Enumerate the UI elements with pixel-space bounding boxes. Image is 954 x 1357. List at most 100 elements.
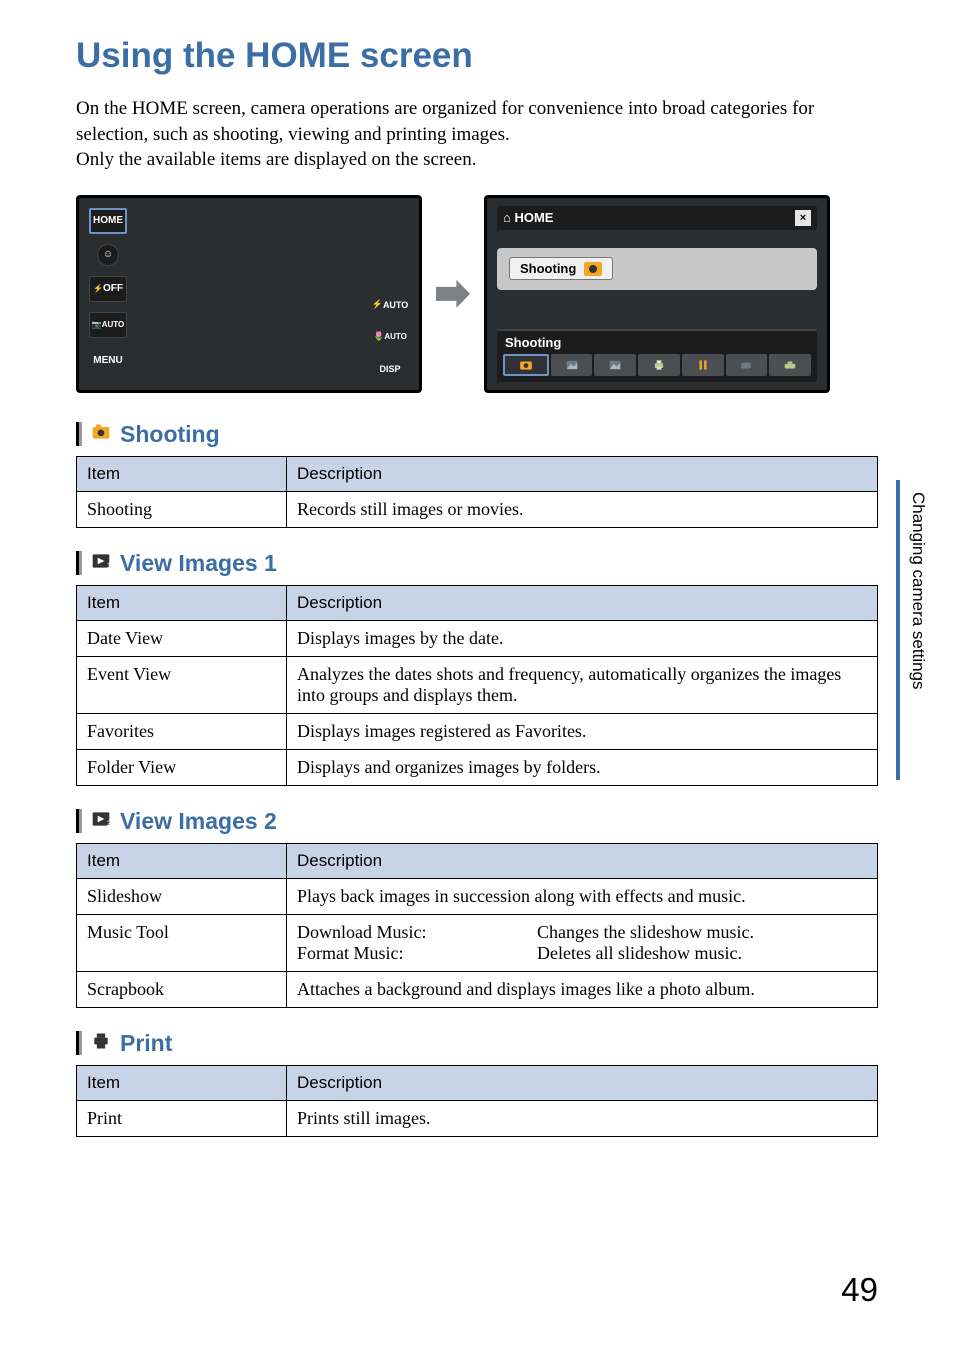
lcd-left-column: HOME ☺ ⚡OFF 📷AUTO MENU — [89, 208, 127, 374]
screenshots-row: HOME ☺ ⚡OFF 📷AUTO MENU ⚡AUTO 🌷AUTO DISP … — [76, 195, 878, 393]
svg-text:2: 2 — [107, 819, 111, 828]
table-header-row: Item Description — [77, 1065, 878, 1100]
flash-off-button[interactable]: ⚡OFF — [89, 276, 127, 302]
table-header-row: Item Description — [77, 456, 878, 491]
cell-desc: Prints still images. — [287, 1100, 878, 1136]
home-bar-text: HOME — [514, 210, 553, 225]
th-description: Description — [287, 585, 878, 620]
cell-item: Print — [77, 1100, 287, 1136]
cell-item: Date View — [77, 620, 287, 656]
disp-button[interactable]: DISP — [373, 358, 407, 380]
th-description: Description — [287, 456, 878, 491]
zauto-label: AUTO — [383, 300, 408, 310]
section-bar-icon — [76, 1031, 82, 1055]
tab-view-2[interactable] — [594, 354, 636, 376]
cell-item: Event View — [77, 656, 287, 713]
side-indicator-bar — [896, 480, 900, 780]
cell-item: Favorites — [77, 713, 287, 749]
playback-1-icon: 1 — [90, 551, 112, 576]
table-header-row: Item Description — [77, 585, 878, 620]
table-row: Event ViewAnalyzes the dates shots and f… — [77, 656, 878, 713]
tab-print[interactable] — [638, 354, 680, 376]
table-row: SlideshowPlays back images in succession… — [77, 878, 878, 914]
section-shooting-title: Shooting — [120, 421, 220, 448]
arrow-icon — [436, 280, 470, 308]
cell-desc: Attaches a background and displays image… — [287, 971, 878, 1007]
section-view-1-head: 1 View Images 1 — [76, 550, 878, 577]
cell-desc: Displays and organizes images by folders… — [287, 749, 878, 785]
auto-label: AUTO — [102, 320, 125, 329]
camera-auto-button[interactable]: 📷AUTO — [89, 312, 127, 338]
cell-item: Folder View — [77, 749, 287, 785]
table-row: PrintPrints still images. — [77, 1100, 878, 1136]
macro-auto-button[interactable]: 🌷AUTO — [373, 326, 407, 348]
menu-button[interactable]: MENU — [89, 348, 127, 374]
section-shooting: Shooting Item Description Shooting Recor… — [76, 421, 878, 528]
section-view-2: 2 View Images 2 Item Description Slidesh… — [76, 808, 878, 1008]
cell-desc: Analyzes the dates shots and frequency, … — [287, 656, 878, 713]
shooting-tile-label: Shooting — [520, 261, 576, 276]
home-tabs-row — [497, 352, 817, 382]
th-item: Item — [77, 585, 287, 620]
page-title: Using the HOME screen — [76, 36, 878, 76]
flash-auto-button[interactable]: ⚡AUTO — [373, 294, 407, 316]
camera-lcd-left: HOME ☺ ⚡OFF 📷AUTO MENU ⚡AUTO 🌷AUTO DISP — [76, 195, 422, 393]
lcd-right-column-buttons: ⚡AUTO 🌷AUTO DISP — [373, 294, 407, 380]
view-2-table: Item Description SlideshowPlays back ima… — [76, 843, 878, 1008]
section-print-title: Print — [120, 1030, 172, 1057]
playback-2-icon: 2 — [90, 809, 112, 834]
music-download-desc: Changes the slideshow music. — [537, 922, 754, 943]
cell-item: Scrapbook — [77, 971, 287, 1007]
cell-desc: Displays images registered as Favorites. — [287, 713, 878, 749]
section-shooting-head: Shooting — [76, 421, 878, 448]
tab-settings-1[interactable] — [726, 354, 768, 376]
cell-desc: Records still images or movies. — [287, 491, 878, 527]
section-print: Print Item Description PrintPrints still… — [76, 1030, 878, 1137]
print-table: Item Description PrintPrints still image… — [76, 1065, 878, 1137]
tab-view-1[interactable] — [551, 354, 593, 376]
home-main-panel: Shooting — [497, 248, 817, 290]
section-view-2-title: View Images 2 — [120, 808, 277, 835]
print-icon — [90, 1031, 112, 1056]
music-format-desc: Deletes all slideshow music. — [537, 943, 754, 964]
svg-text:1: 1 — [107, 561, 111, 570]
section-print-head: Print — [76, 1030, 878, 1057]
cell-item: Music Tool — [77, 914, 287, 971]
home-bar-label: ⌂ HOME — [503, 210, 553, 225]
cell-desc-music: Download Music: Format Music: Changes th… — [287, 914, 878, 971]
cell-desc: Displays images by the date. — [287, 620, 878, 656]
intro-line-1: On the HOME screen, camera operations ar… — [76, 98, 814, 170]
view-1-table: Item Description Date ViewDisplays image… — [76, 585, 878, 786]
tab-shooting[interactable] — [503, 354, 549, 376]
table-row: Date ViewDisplays images by the date. — [77, 620, 878, 656]
th-item: Item — [77, 843, 287, 878]
intro-paragraph: On the HOME screen, camera operations ar… — [76, 96, 878, 173]
camera-section-icon — [90, 422, 112, 447]
tab-manage[interactable] — [682, 354, 724, 376]
home-bottom-bar: Shooting — [497, 329, 817, 382]
table-row: Shooting Records still images or movies. — [77, 491, 878, 527]
smile-icon[interactable]: ☺ — [97, 244, 119, 266]
tab-settings-2[interactable] — [769, 354, 811, 376]
table-header-row: Item Description — [77, 843, 878, 878]
cell-desc: Plays back images in succession along wi… — [287, 878, 878, 914]
shooting-tile-button[interactable]: Shooting — [509, 257, 613, 280]
cell-item: Slideshow — [77, 878, 287, 914]
section-view-1-title: View Images 1 — [120, 550, 277, 577]
table-row: ScrapbookAttaches a background and displ… — [77, 971, 878, 1007]
section-view-1: 1 View Images 1 Item Description Date Vi… — [76, 550, 878, 786]
table-row: Music Tool Download Music: Format Music:… — [77, 914, 878, 971]
off-label: OFF — [103, 283, 123, 294]
home-bar: ⌂ HOME × — [497, 206, 817, 230]
cell-item: Shooting — [77, 491, 287, 527]
section-bar-icon — [76, 809, 82, 833]
camera-lcd-right: ⌂ HOME × Shooting Shooting — [484, 195, 830, 393]
flashauto-label: AUTO — [384, 332, 407, 341]
shooting-table: Item Description Shooting Records still … — [76, 456, 878, 528]
close-icon[interactable]: × — [795, 210, 811, 226]
side-chapter-label: Changing camera settings — [908, 492, 928, 690]
th-item: Item — [77, 1065, 287, 1100]
page-number: 49 — [841, 1271, 878, 1309]
home-bottom-label: Shooting — [497, 331, 817, 352]
home-button[interactable]: HOME — [89, 208, 127, 234]
